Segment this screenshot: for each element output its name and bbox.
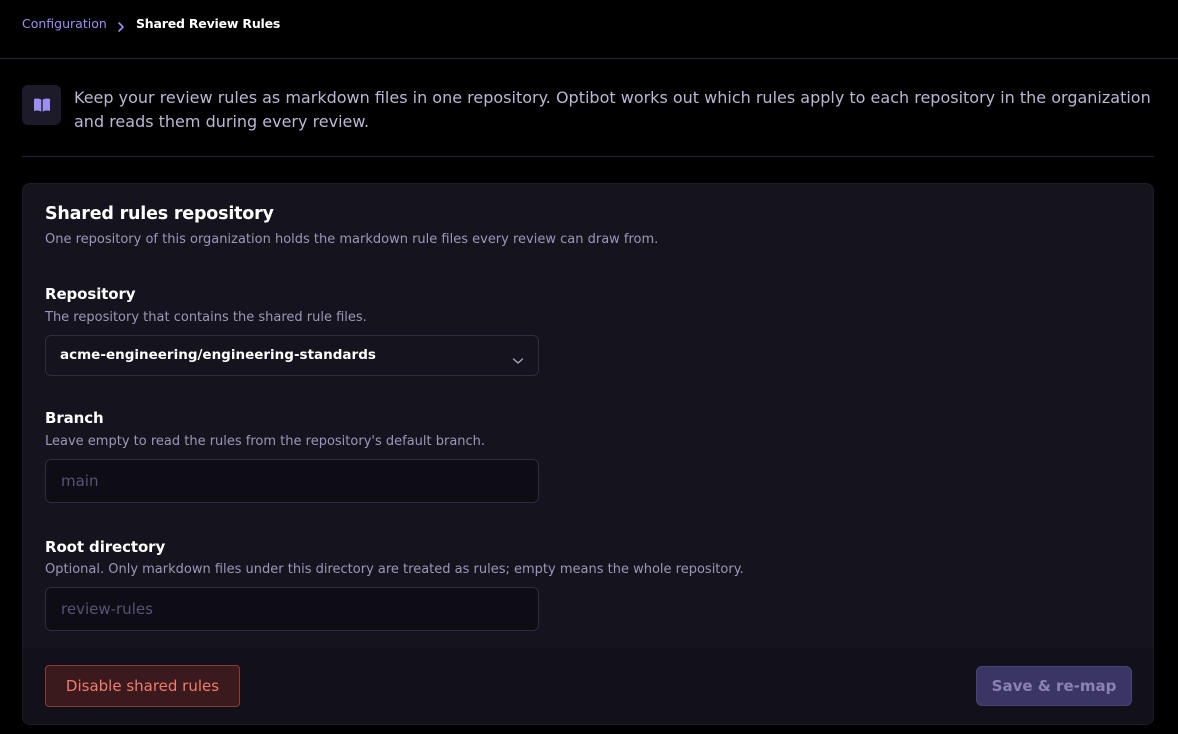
branch-help: Leave empty to read the rules from the r… [45, 434, 486, 449]
branch-input[interactable] [45, 459, 539, 503]
card-description: One repository of this organization hold… [45, 232, 659, 247]
chevron-down-icon [512, 351, 524, 370]
top-bar: Configuration Shared Review Rules [0, 0, 1178, 59]
breadcrumb-configuration-link[interactable]: Configuration [22, 16, 107, 31]
chevron-right-icon [116, 18, 126, 32]
book-open-icon [22, 85, 61, 125]
repository-label: Repository [45, 285, 136, 303]
shared-rules-card: Shared rules repository One repository o… [22, 183, 1154, 725]
branch-label: Branch [45, 409, 104, 427]
repository-select-value: acme-engineering/engineering-standards [60, 347, 376, 363]
repository-help: The repository that contains the shared … [45, 310, 367, 325]
divider [22, 156, 1154, 157]
breadcrumb-current: Shared Review Rules [136, 16, 281, 31]
card-title: Shared rules repository [45, 204, 274, 224]
root-directory-input[interactable] [45, 587, 539, 631]
repository-select[interactable]: acme-engineering/engineering-standards [45, 335, 539, 376]
root-directory-help: Optional. Only markdown files under this… [45, 562, 744, 577]
disable-shared-rules-button[interactable]: Disable shared rules [45, 665, 240, 707]
save-and-remap-button[interactable]: Save & re-map [976, 666, 1132, 706]
root-directory-label: Root directory [45, 538, 166, 556]
intro-description: Keep your review rules as markdown files… [74, 88, 1151, 131]
